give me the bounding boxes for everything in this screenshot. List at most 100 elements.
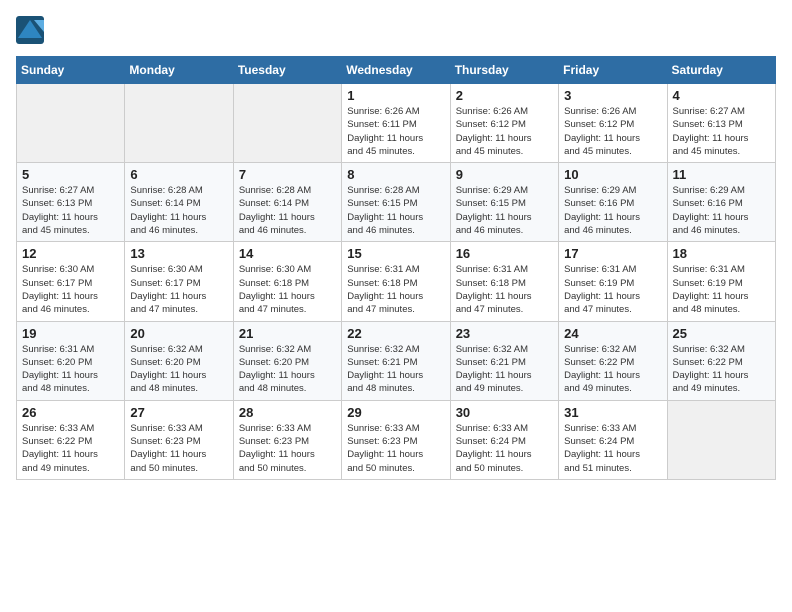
calendar-cell: 22 Sunrise: 6:32 AM Sunset: 6:21 PM Dayli…: [342, 321, 450, 400]
logo-icon: [16, 16, 44, 44]
day-info: Sunrise: 6:33 AM Sunset: 6:24 PM Dayligh…: [456, 422, 553, 475]
day-number: 4: [673, 88, 770, 103]
calendar-cell: 24 Sunrise: 6:32 AM Sunset: 6:22 PM Dayli…: [559, 321, 667, 400]
calendar-week-3: 12 Sunrise: 6:30 AM Sunset: 6:17 PM Dayli…: [17, 242, 776, 321]
day-number: 12: [22, 246, 119, 261]
calendar-cell: 30 Sunrise: 6:33 AM Sunset: 6:24 PM Dayli…: [450, 400, 558, 479]
day-info: Sunrise: 6:33 AM Sunset: 6:22 PM Dayligh…: [22, 422, 119, 475]
calendar-cell: 25 Sunrise: 6:32 AM Sunset: 6:22 PM Dayli…: [667, 321, 775, 400]
calendar-cell: 5Sunrise: 6:27 AM Sunset: 6:13 PM Daylig…: [17, 163, 125, 242]
day-info: Sunrise: 6:32 AM Sunset: 6:21 PM Dayligh…: [347, 343, 444, 396]
day-info: Sunrise: 6:31 AM Sunset: 6:19 PM Dayligh…: [673, 263, 770, 316]
day-info: Sunrise: 6:31 AM Sunset: 6:18 PM Dayligh…: [347, 263, 444, 316]
calendar-table: SundayMondayTuesdayWednesdayThursdayFrid…: [16, 56, 776, 480]
day-number: 11: [673, 167, 770, 182]
day-info: Sunrise: 6:26 AM Sunset: 6:11 PM Dayligh…: [347, 105, 444, 158]
calendar-cell: 26 Sunrise: 6:33 AM Sunset: 6:22 PM Dayli…: [17, 400, 125, 479]
weekday-header-saturday: Saturday: [667, 57, 775, 84]
day-info: Sunrise: 6:28 AM Sunset: 6:14 PM Dayligh…: [239, 184, 336, 237]
day-info: Sunrise: 6:28 AM Sunset: 6:14 PM Dayligh…: [130, 184, 227, 237]
calendar-cell: 18 Sunrise: 6:31 AM Sunset: 6:19 PM Dayli…: [667, 242, 775, 321]
weekday-header-tuesday: Tuesday: [233, 57, 341, 84]
day-info: Sunrise: 6:32 AM Sunset: 6:20 PM Dayligh…: [130, 343, 227, 396]
day-info: Sunrise: 6:33 AM Sunset: 6:23 PM Dayligh…: [130, 422, 227, 475]
day-number: 14: [239, 246, 336, 261]
day-number: 30: [456, 405, 553, 420]
day-info: Sunrise: 6:31 AM Sunset: 6:20 PM Dayligh…: [22, 343, 119, 396]
calendar-cell: 20Sunrise: 6:32 AM Sunset: 6:20 PM Dayli…: [125, 321, 233, 400]
calendar-cell: 9 Sunrise: 6:29 AM Sunset: 6:15 PM Daylig…: [450, 163, 558, 242]
day-number: 17: [564, 246, 661, 261]
day-info: Sunrise: 6:31 AM Sunset: 6:19 PM Dayligh…: [564, 263, 661, 316]
header: [16, 16, 776, 44]
day-number: 28: [239, 405, 336, 420]
calendar-cell: 17 Sunrise: 6:31 AM Sunset: 6:19 PM Dayli…: [559, 242, 667, 321]
day-number: 10: [564, 167, 661, 182]
day-info: Sunrise: 6:29 AM Sunset: 6:16 PM Dayligh…: [673, 184, 770, 237]
calendar-cell: [17, 84, 125, 163]
calendar-cell: 31 Sunrise: 6:33 AM Sunset: 6:24 PM Dayli…: [559, 400, 667, 479]
calendar-cell: 23Sunrise: 6:32 AM Sunset: 6:21 PM Dayli…: [450, 321, 558, 400]
day-info: Sunrise: 6:33 AM Sunset: 6:24 PM Dayligh…: [564, 422, 661, 475]
day-info: Sunrise: 6:33 AM Sunset: 6:23 PM Dayligh…: [239, 422, 336, 475]
day-number: 16: [456, 246, 553, 261]
day-number: 8: [347, 167, 444, 182]
weekday-header-friday: Friday: [559, 57, 667, 84]
day-info: Sunrise: 6:33 AM Sunset: 6:23 PM Dayligh…: [347, 422, 444, 475]
calendar-week-2: 5Sunrise: 6:27 AM Sunset: 6:13 PM Daylig…: [17, 163, 776, 242]
calendar-cell: 8 Sunrise: 6:28 AM Sunset: 6:15 PM Daylig…: [342, 163, 450, 242]
day-number: 31: [564, 405, 661, 420]
calendar-cell: 4 Sunrise: 6:27 AM Sunset: 6:13 PM Daylig…: [667, 84, 775, 163]
day-info: Sunrise: 6:30 AM Sunset: 6:18 PM Dayligh…: [239, 263, 336, 316]
page: SundayMondayTuesdayWednesdayThursdayFrid…: [0, 0, 792, 496]
calendar-cell: 1 Sunrise: 6:26 AM Sunset: 6:11 PM Daylig…: [342, 84, 450, 163]
day-info: Sunrise: 6:30 AM Sunset: 6:17 PM Dayligh…: [22, 263, 119, 316]
day-number: 19: [22, 326, 119, 341]
day-number: 26: [22, 405, 119, 420]
day-number: 13: [130, 246, 227, 261]
day-info: Sunrise: 6:26 AM Sunset: 6:12 PM Dayligh…: [456, 105, 553, 158]
calendar-cell: 6 Sunrise: 6:28 AM Sunset: 6:14 PM Daylig…: [125, 163, 233, 242]
day-number: 15: [347, 246, 444, 261]
calendar-cell: 29 Sunrise: 6:33 AM Sunset: 6:23 PM Dayli…: [342, 400, 450, 479]
calendar-cell: 13Sunrise: 6:30 AM Sunset: 6:17 PM Dayli…: [125, 242, 233, 321]
calendar-week-5: 26 Sunrise: 6:33 AM Sunset: 6:22 PM Dayli…: [17, 400, 776, 479]
day-info: Sunrise: 6:32 AM Sunset: 6:22 PM Dayligh…: [673, 343, 770, 396]
weekday-header-thursday: Thursday: [450, 57, 558, 84]
day-info: Sunrise: 6:32 AM Sunset: 6:20 PM Dayligh…: [239, 343, 336, 396]
day-info: Sunrise: 6:27 AM Sunset: 6:13 PM Dayligh…: [673, 105, 770, 158]
day-info: Sunrise: 6:29 AM Sunset: 6:15 PM Dayligh…: [456, 184, 553, 237]
logo: [16, 16, 48, 44]
day-info: Sunrise: 6:32 AM Sunset: 6:22 PM Dayligh…: [564, 343, 661, 396]
calendar-week-1: 1 Sunrise: 6:26 AM Sunset: 6:11 PM Daylig…: [17, 84, 776, 163]
calendar-cell: 15 Sunrise: 6:31 AM Sunset: 6:18 PM Dayli…: [342, 242, 450, 321]
calendar-cell: [667, 400, 775, 479]
day-number: 18: [673, 246, 770, 261]
day-info: Sunrise: 6:28 AM Sunset: 6:15 PM Dayligh…: [347, 184, 444, 237]
day-info: Sunrise: 6:26 AM Sunset: 6:12 PM Dayligh…: [564, 105, 661, 158]
day-number: 9: [456, 167, 553, 182]
calendar-header-row: SundayMondayTuesdayWednesdayThursdayFrid…: [17, 57, 776, 84]
day-info: Sunrise: 6:27 AM Sunset: 6:13 PM Dayligh…: [22, 184, 119, 237]
day-number: 1: [347, 88, 444, 103]
day-number: 25: [673, 326, 770, 341]
day-number: 3: [564, 88, 661, 103]
day-info: Sunrise: 6:29 AM Sunset: 6:16 PM Dayligh…: [564, 184, 661, 237]
calendar-cell: 28 Sunrise: 6:33 AM Sunset: 6:23 PM Dayli…: [233, 400, 341, 479]
day-number: 2: [456, 88, 553, 103]
calendar-cell: 11 Sunrise: 6:29 AM Sunset: 6:16 PM Dayli…: [667, 163, 775, 242]
day-info: Sunrise: 6:31 AM Sunset: 6:18 PM Dayligh…: [456, 263, 553, 316]
calendar-week-4: 19 Sunrise: 6:31 AM Sunset: 6:20 PM Dayli…: [17, 321, 776, 400]
calendar-cell: 12 Sunrise: 6:30 AM Sunset: 6:17 PM Dayli…: [17, 242, 125, 321]
day-number: 22: [347, 326, 444, 341]
calendar-cell: 2 Sunrise: 6:26 AM Sunset: 6:12 PM Daylig…: [450, 84, 558, 163]
day-number: 6: [130, 167, 227, 182]
day-number: 7: [239, 167, 336, 182]
weekday-header-monday: Monday: [125, 57, 233, 84]
day-number: 23: [456, 326, 553, 341]
calendar-cell: 21Sunrise: 6:32 AM Sunset: 6:20 PM Dayli…: [233, 321, 341, 400]
day-number: 24: [564, 326, 661, 341]
calendar-cell: 3 Sunrise: 6:26 AM Sunset: 6:12 PM Daylig…: [559, 84, 667, 163]
day-number: 29: [347, 405, 444, 420]
calendar-cell: [233, 84, 341, 163]
